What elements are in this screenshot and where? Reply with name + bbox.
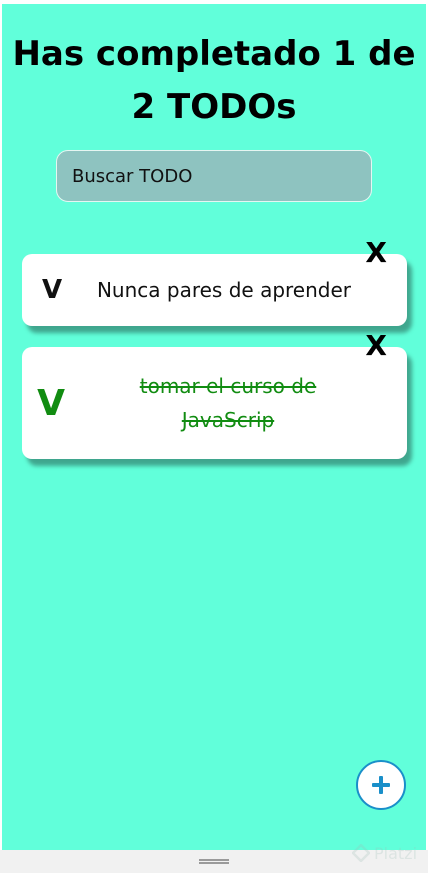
todo-text: tomar el curso de JavaScrip <box>118 347 338 459</box>
todo-text: Nunca pares de aprender <box>96 278 352 302</box>
complete-toggle[interactable]: V <box>22 254 82 326</box>
plus-icon <box>372 776 390 794</box>
todo-item-completed: V tomar el curso de JavaScrip X <box>22 329 407 459</box>
todo-item: V Nunca pares de aprender X <box>22 236 407 326</box>
todo-app: Has completado 1 de 2 TODOs Buscar TODO … <box>2 4 426 850</box>
todo-text-line-1: tomar el curso de <box>139 374 317 398</box>
page-title: Has completado 1 de 2 TODOs <box>2 28 426 134</box>
home-handle[interactable] <box>199 859 229 864</box>
todo-text-line-2: JavaScrip <box>181 408 275 432</box>
delete-button[interactable]: X <box>365 236 387 270</box>
delete-button[interactable]: X <box>365 329 387 363</box>
platzi-logo-icon <box>352 844 370 862</box>
add-todo-button[interactable] <box>356 760 406 810</box>
title-line-2: 2 TODOs <box>131 87 297 127</box>
watermark-text: Platzi <box>374 843 418 863</box>
title-line-1: Has completado 1 de <box>12 34 416 74</box>
complete-toggle[interactable]: V <box>22 347 80 459</box>
search-placeholder: Buscar TODO <box>72 165 193 187</box>
platzi-watermark: Platzi <box>352 842 417 864</box>
search-input[interactable]: Buscar TODO <box>56 150 372 202</box>
